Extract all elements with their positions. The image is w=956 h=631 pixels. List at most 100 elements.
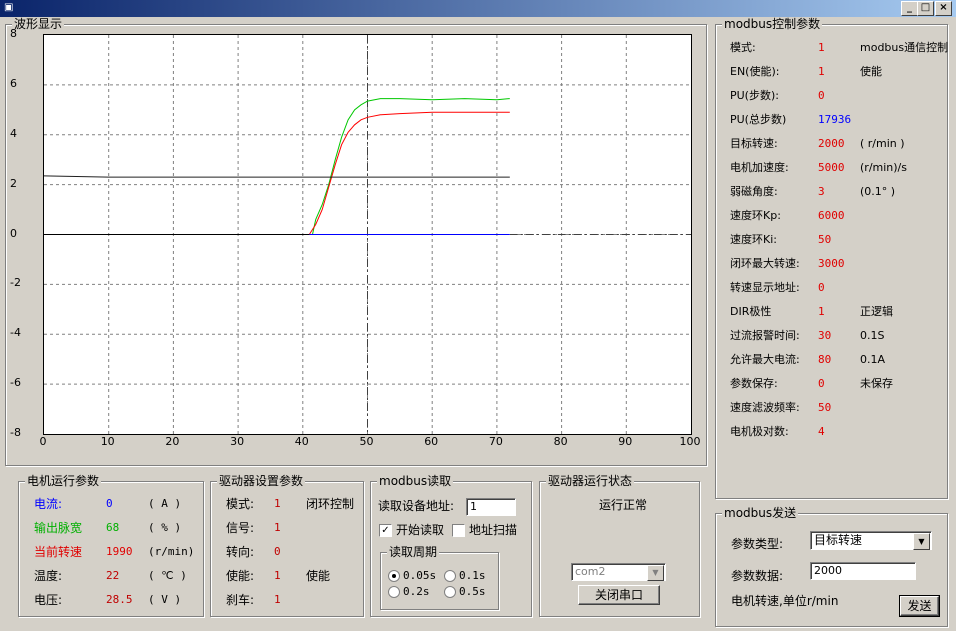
control-param-label: EN(使能): xyxy=(730,65,780,78)
period-radio-0-05s[interactable] xyxy=(388,570,400,582)
chevron-down-icon[interactable]: ▼ xyxy=(913,533,930,550)
driver-param-value: 1 xyxy=(274,593,281,606)
control-param-value: 5000 xyxy=(818,161,845,174)
control-param-value: 50 xyxy=(818,401,832,414)
control-param-label: 电机加速度: xyxy=(730,161,789,174)
com-port-select[interactable]: com2 ▼ xyxy=(571,563,666,581)
modbus-send-title: modbus发送 xyxy=(722,506,799,520)
period-label-0-05s: 0.05s xyxy=(403,569,437,582)
param-type-value: 目标转速 xyxy=(814,533,863,547)
control-param-note: (0.1° ) xyxy=(860,185,896,198)
param-data-label: 参数数据: xyxy=(731,569,784,583)
y-tick-label: 0 xyxy=(10,226,17,240)
control-params-title: modbus控制参数 xyxy=(722,17,823,31)
close-port-button[interactable]: 关闭串口 xyxy=(578,585,660,605)
minimize-button[interactable]: _ xyxy=(901,1,918,16)
send-button[interactable]: 发送 xyxy=(899,595,940,617)
control-param-value: 80 xyxy=(818,353,832,366)
motor-param-label: 输出脉宽 xyxy=(34,521,83,535)
control-param-label: 闭环最大转速: xyxy=(730,257,800,270)
address-scan-checkbox[interactable] xyxy=(452,524,465,537)
param-type-label: 参数类型: xyxy=(731,537,784,551)
series-line xyxy=(308,111,510,235)
control-param-value: 1 xyxy=(818,305,825,318)
motor-param-value: 1990 xyxy=(106,545,133,558)
series-line xyxy=(312,98,510,235)
control-param-label: 速度环Ki: xyxy=(730,233,777,246)
x-tick-label: 90 xyxy=(618,435,633,448)
driver-settings-title: 驱动器设置参数 xyxy=(217,474,306,488)
control-param-note: ( r/min ) xyxy=(860,137,905,150)
series-line xyxy=(43,175,510,178)
motor-param-unit: ( A ) xyxy=(148,497,182,510)
y-tick-label: 2 xyxy=(10,176,17,190)
control-param-note: (r/min)/s xyxy=(860,161,907,174)
y-tick-label: -6 xyxy=(10,376,21,390)
com-port-value: com2 xyxy=(575,565,606,578)
driver-param-label: 使能: xyxy=(226,569,255,583)
close-button[interactable]: × xyxy=(935,1,952,16)
y-tick-label: 6 xyxy=(10,76,17,90)
maximize-button[interactable]: □ xyxy=(917,1,934,16)
x-tick-label: 80 xyxy=(553,435,568,448)
control-param-label: 过流报警时间: xyxy=(730,329,800,342)
start-read-label: 开始读取 xyxy=(396,523,445,537)
x-tick-label: 20 xyxy=(165,435,180,448)
control-param-note: 0.1A xyxy=(860,353,886,366)
period-label-0-2s: 0.2s xyxy=(403,585,430,598)
driver-param-value: 0 xyxy=(274,545,281,558)
app-icon: ▣ xyxy=(4,2,14,13)
control-param-value: 17936 xyxy=(818,113,852,126)
read-address-label: 读取设备地址: xyxy=(378,499,455,513)
motor-param-label: 当前转速 xyxy=(34,545,83,559)
control-param-value: 0 xyxy=(818,89,825,102)
param-data-input[interactable]: 2000 xyxy=(810,562,916,580)
control-param-value: 6000 xyxy=(818,209,845,222)
control-param-label: 目标转速: xyxy=(730,137,778,150)
driver-param-label: 模式: xyxy=(226,497,255,511)
param-hint-text: 电机转速,单位r/min xyxy=(731,594,839,608)
title-bar: ▣ _ □ × xyxy=(0,0,956,17)
read-address-input[interactable]: 1 xyxy=(466,498,516,516)
control-param-label: 参数保存: xyxy=(730,377,778,390)
period-label-0-5s: 0.5s xyxy=(459,585,486,598)
control-param-value: 50 xyxy=(818,233,832,246)
control-param-value: 3 xyxy=(818,185,825,198)
control-param-note: 使能 xyxy=(860,65,882,78)
period-radio-0-2s[interactable] xyxy=(388,586,400,598)
control-param-value: 4 xyxy=(818,425,825,438)
param-type-select[interactable]: 目标转速 ▼ xyxy=(810,531,932,550)
y-tick-label: -2 xyxy=(10,276,21,290)
control-param-label: DIR极性 xyxy=(730,305,772,318)
motor-param-unit: ( ℃ ) xyxy=(148,569,187,582)
start-read-checkbox[interactable]: ✓ xyxy=(379,524,392,537)
control-param-label: 允许最大电流: xyxy=(730,353,800,366)
waveform-chart xyxy=(43,35,691,434)
control-param-note: 未保存 xyxy=(860,377,893,390)
motor-param-label: 温度: xyxy=(34,569,63,583)
waveform-title: 波形显示 xyxy=(12,17,65,31)
motor-param-value: 22 xyxy=(106,569,120,582)
control-param-value: 30 xyxy=(818,329,832,342)
control-param-label: 电机极对数: xyxy=(730,425,789,438)
y-tick-label: 4 xyxy=(10,126,17,140)
driver-param-value: 1 xyxy=(274,521,281,534)
x-tick-label: 0 xyxy=(39,435,47,448)
motor-params-title: 电机运行参数 xyxy=(25,474,102,488)
control-param-label: PU(总步数) xyxy=(730,113,787,126)
x-tick-label: 70 xyxy=(488,435,503,448)
control-param-value: 1 xyxy=(818,41,825,54)
address-scan-label: 地址扫描 xyxy=(469,523,518,537)
control-param-value: 2000 xyxy=(818,137,845,150)
motor-param-unit: (r/min) xyxy=(148,545,195,558)
x-tick-label: 10 xyxy=(100,435,115,448)
motor-param-value: 28.5 xyxy=(106,593,133,606)
period-radio-0-5s[interactable] xyxy=(444,586,456,598)
x-tick-label: 100 xyxy=(679,435,701,448)
motor-param-value: 68 xyxy=(106,521,120,534)
x-tick-label: 50 xyxy=(359,435,374,448)
x-tick-label: 40 xyxy=(294,435,309,448)
period-radio-0-1s[interactable] xyxy=(444,570,456,582)
driver-param-label: 信号: xyxy=(226,521,255,535)
chevron-down-icon[interactable]: ▼ xyxy=(647,565,664,581)
